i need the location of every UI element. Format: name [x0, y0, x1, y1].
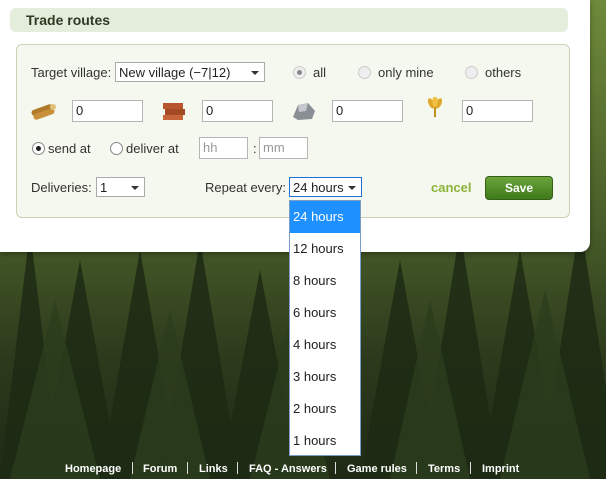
- deliver-at-label: deliver at: [126, 141, 179, 156]
- filter-only-mine-label: only mine: [378, 65, 434, 80]
- filter-all-radio[interactable]: [293, 66, 306, 79]
- save-button[interactable]: Save: [485, 176, 553, 200]
- footer-link-game-rules[interactable]: Game rules: [347, 463, 407, 475]
- filter-only-mine-radio[interactable]: [358, 66, 371, 79]
- chevron-down-icon: [131, 186, 139, 190]
- repeat-option[interactable]: 12 hours: [290, 233, 360, 265]
- repeat-option[interactable]: 4 hours: [290, 329, 360, 361]
- clay-input[interactable]: 0: [202, 100, 273, 122]
- repeat-option[interactable]: 1 hours: [290, 425, 360, 457]
- footer-separator: [470, 462, 471, 474]
- footer-separator: [335, 462, 336, 474]
- repeat-option[interactable]: 24 hours: [290, 201, 360, 233]
- filter-all-label: all: [313, 65, 327, 80]
- footer-separator: [237, 462, 238, 474]
- panel-header: Trade routes: [10, 8, 568, 32]
- footer-link-terms[interactable]: Terms: [428, 463, 460, 475]
- minute-input[interactable]: mm: [259, 137, 308, 159]
- footer-link-faq[interactable]: FAQ - Answers: [249, 463, 327, 475]
- send-at-label: send at: [48, 141, 91, 156]
- chevron-down-icon: [348, 186, 356, 190]
- repeat-option[interactable]: 2 hours: [290, 393, 360, 425]
- send-at-radio[interactable]: [32, 142, 45, 155]
- footer-separator: [132, 462, 133, 474]
- filter-others-label: others: [485, 65, 522, 80]
- hour-input[interactable]: hh: [199, 137, 248, 159]
- crop-input[interactable]: 0: [462, 100, 533, 122]
- repeat-every-select[interactable]: 24 hours: [289, 177, 362, 197]
- lumber-icon: [31, 104, 56, 120]
- repeat-every-value: 24 hours: [293, 180, 344, 195]
- footer-separator: [416, 462, 417, 474]
- repeat-every-dropdown: 24 hours 12 hours 8 hours 6 hours 4 hour…: [289, 200, 361, 456]
- clay-icon: [163, 103, 185, 120]
- repeat-option[interactable]: 8 hours: [290, 265, 360, 297]
- iron-input[interactable]: 0: [332, 100, 403, 122]
- footer-link-forum[interactable]: Forum: [143, 463, 177, 475]
- repeat-option[interactable]: 3 hours: [290, 361, 360, 393]
- repeat-option[interactable]: 6 hours: [290, 297, 360, 329]
- time-separator: :: [253, 141, 257, 156]
- chevron-down-icon: [251, 71, 259, 75]
- filter-others-radio[interactable]: [465, 66, 478, 79]
- footer-separator: [187, 462, 188, 474]
- lumber-input[interactable]: 0: [72, 100, 143, 122]
- iron-icon: [293, 103, 315, 120]
- deliveries-select[interactable]: 1: [96, 177, 145, 197]
- deliver-at-radio[interactable]: [110, 142, 123, 155]
- panel-title: Trade routes: [26, 12, 111, 28]
- repeat-every-label: Repeat every:: [205, 180, 286, 195]
- footer-link-homepage[interactable]: Homepage: [65, 463, 121, 475]
- cancel-button[interactable]: cancel: [431, 180, 471, 195]
- target-village-select[interactable]: New village (−7|12): [115, 62, 265, 82]
- deliveries-label: Deliveries:: [31, 180, 92, 195]
- footer-link-imprint[interactable]: Imprint: [482, 463, 519, 475]
- footer-nav: Homepage Forum Links FAQ - Answers Game …: [0, 459, 606, 479]
- target-village-label: Target village:: [31, 65, 112, 80]
- target-village-value: New village (−7|12): [119, 65, 231, 80]
- footer-link-links[interactable]: Links: [199, 463, 228, 475]
- deliveries-value: 1: [100, 180, 108, 195]
- crop-icon: [427, 97, 443, 118]
